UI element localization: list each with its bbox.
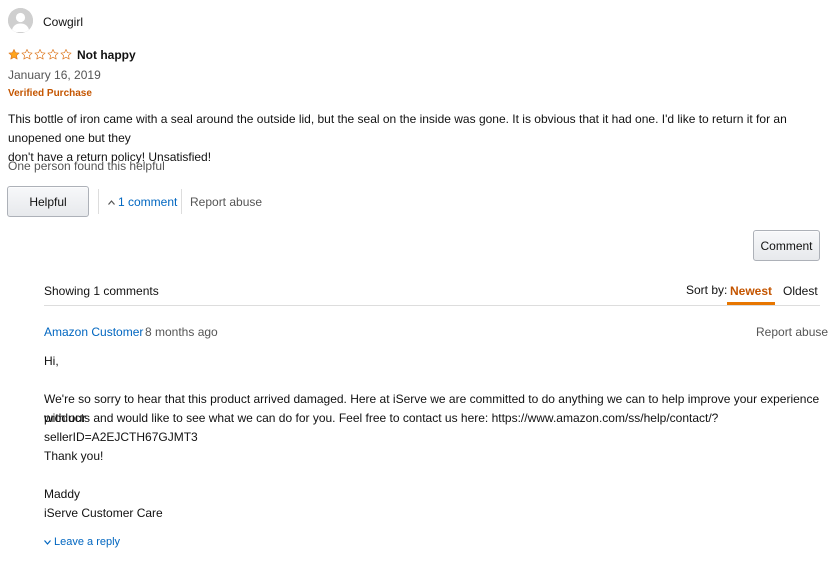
star-empty-icon (60, 49, 72, 60)
comment-text-line: Hi, (44, 354, 59, 368)
comments-count: Showing 1 comments (44, 284, 159, 298)
comments-count-label: 1 comment (118, 195, 178, 209)
star-rating (8, 48, 72, 63)
comment-text-line: Thank you! (44, 449, 104, 463)
reviewer-name[interactable]: Cowgirl (43, 15, 83, 29)
leave-reply-label: Leave a reply (54, 536, 121, 548)
comment-report-abuse-link[interactable]: Report abuse (756, 325, 828, 339)
review-date: January 16, 2019 (8, 68, 101, 82)
comments-divider (44, 305, 820, 306)
sort-newest-tab[interactable]: Newest (727, 278, 775, 304)
comment-signature-team: iServe Customer Care (44, 506, 163, 520)
sort-oldest-tab[interactable]: Oldest (783, 284, 818, 298)
comment-text-line: products and would like to see what we c… (44, 411, 719, 444)
review-body-line: This bottle of iron came with a seal aro… (8, 112, 787, 145)
chevron-up-icon (108, 199, 115, 205)
chevron-down-icon (44, 539, 51, 545)
divider (98, 189, 99, 214)
review-title[interactable]: Not happy (77, 48, 136, 62)
star-empty-icon (34, 49, 46, 60)
comments-toggle-link[interactable]: 1 comment (108, 195, 177, 209)
star-empty-icon (21, 49, 33, 60)
report-abuse-link[interactable]: Report abuse (190, 195, 262, 209)
leave-reply-link[interactable]: Leave a reply (44, 536, 120, 548)
comment-signature-name: Maddy (44, 487, 81, 501)
star-empty-icon (47, 49, 59, 60)
helpful-button[interactable]: Helpful (7, 186, 89, 217)
verified-purchase-badge[interactable]: Verified Purchase (8, 88, 92, 99)
comment-author-link[interactable]: Amazon Customer (44, 325, 143, 339)
comment-button[interactable]: Comment (753, 230, 820, 261)
star-filled-icon (8, 49, 20, 60)
divider (181, 189, 182, 214)
reviewer-avatar-icon (8, 8, 33, 33)
sort-label: Sort by: (686, 283, 728, 297)
helpful-count: One person found this helpful (8, 159, 165, 173)
comment-timestamp: 8 months ago (145, 325, 218, 339)
